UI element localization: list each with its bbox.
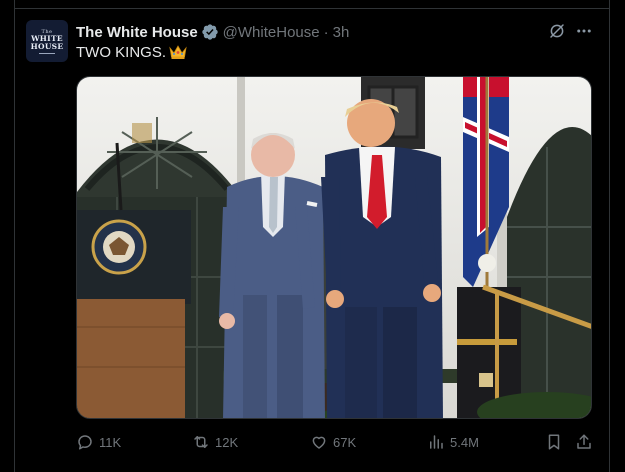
share-button[interactable] bbox=[575, 432, 598, 452]
views-button[interactable]: 5.4M bbox=[427, 432, 479, 452]
timestamp[interactable]: 3h bbox=[333, 24, 350, 41]
avatar[interactable]: The WHITE HOUSE bbox=[26, 20, 68, 62]
heart-icon bbox=[312, 436, 326, 449]
photo-illustration bbox=[77, 77, 591, 418]
reply-count: 11K bbox=[99, 434, 122, 450]
verified-badge-icon[interactable] bbox=[201, 23, 219, 41]
timeline-border-left bbox=[14, 0, 15, 472]
grok-icon[interactable] bbox=[548, 22, 566, 40]
more-options-icon[interactable] bbox=[575, 22, 593, 40]
view-count: 5.4M bbox=[450, 434, 479, 450]
avatar-text-line-3: HOUSE bbox=[30, 41, 64, 51]
display-name[interactable]: The White House bbox=[76, 24, 198, 41]
crown-icon bbox=[169, 44, 187, 64]
repost-count: 12K bbox=[215, 434, 239, 450]
bookmark-button[interactable] bbox=[545, 432, 568, 452]
tweet-text-content: TWO KINGS. bbox=[76, 44, 166, 61]
like-count: 67K bbox=[333, 434, 357, 450]
tweet-divider bbox=[14, 8, 610, 9]
reply-button[interactable]: 11K bbox=[76, 432, 121, 452]
like-button[interactable]: 67K bbox=[310, 432, 356, 452]
tweet-text: TWO KINGS. bbox=[76, 44, 187, 64]
avatar-rule bbox=[39, 52, 55, 54]
reply-icon bbox=[78, 435, 92, 450]
tweet-header: The White House @WhiteHouse · 3h bbox=[76, 22, 349, 42]
separator-dot: · bbox=[323, 23, 329, 41]
timeline-border-right bbox=[609, 0, 610, 472]
share-icon bbox=[577, 434, 591, 449]
handle[interactable]: @WhiteHouse bbox=[223, 24, 320, 41]
views-chart-icon bbox=[430, 435, 443, 449]
repost-button[interactable]: 12K bbox=[192, 432, 238, 452]
tweet-photo[interactable] bbox=[76, 76, 592, 419]
repost-icon bbox=[194, 436, 208, 448]
bookmark-icon bbox=[548, 434, 560, 450]
